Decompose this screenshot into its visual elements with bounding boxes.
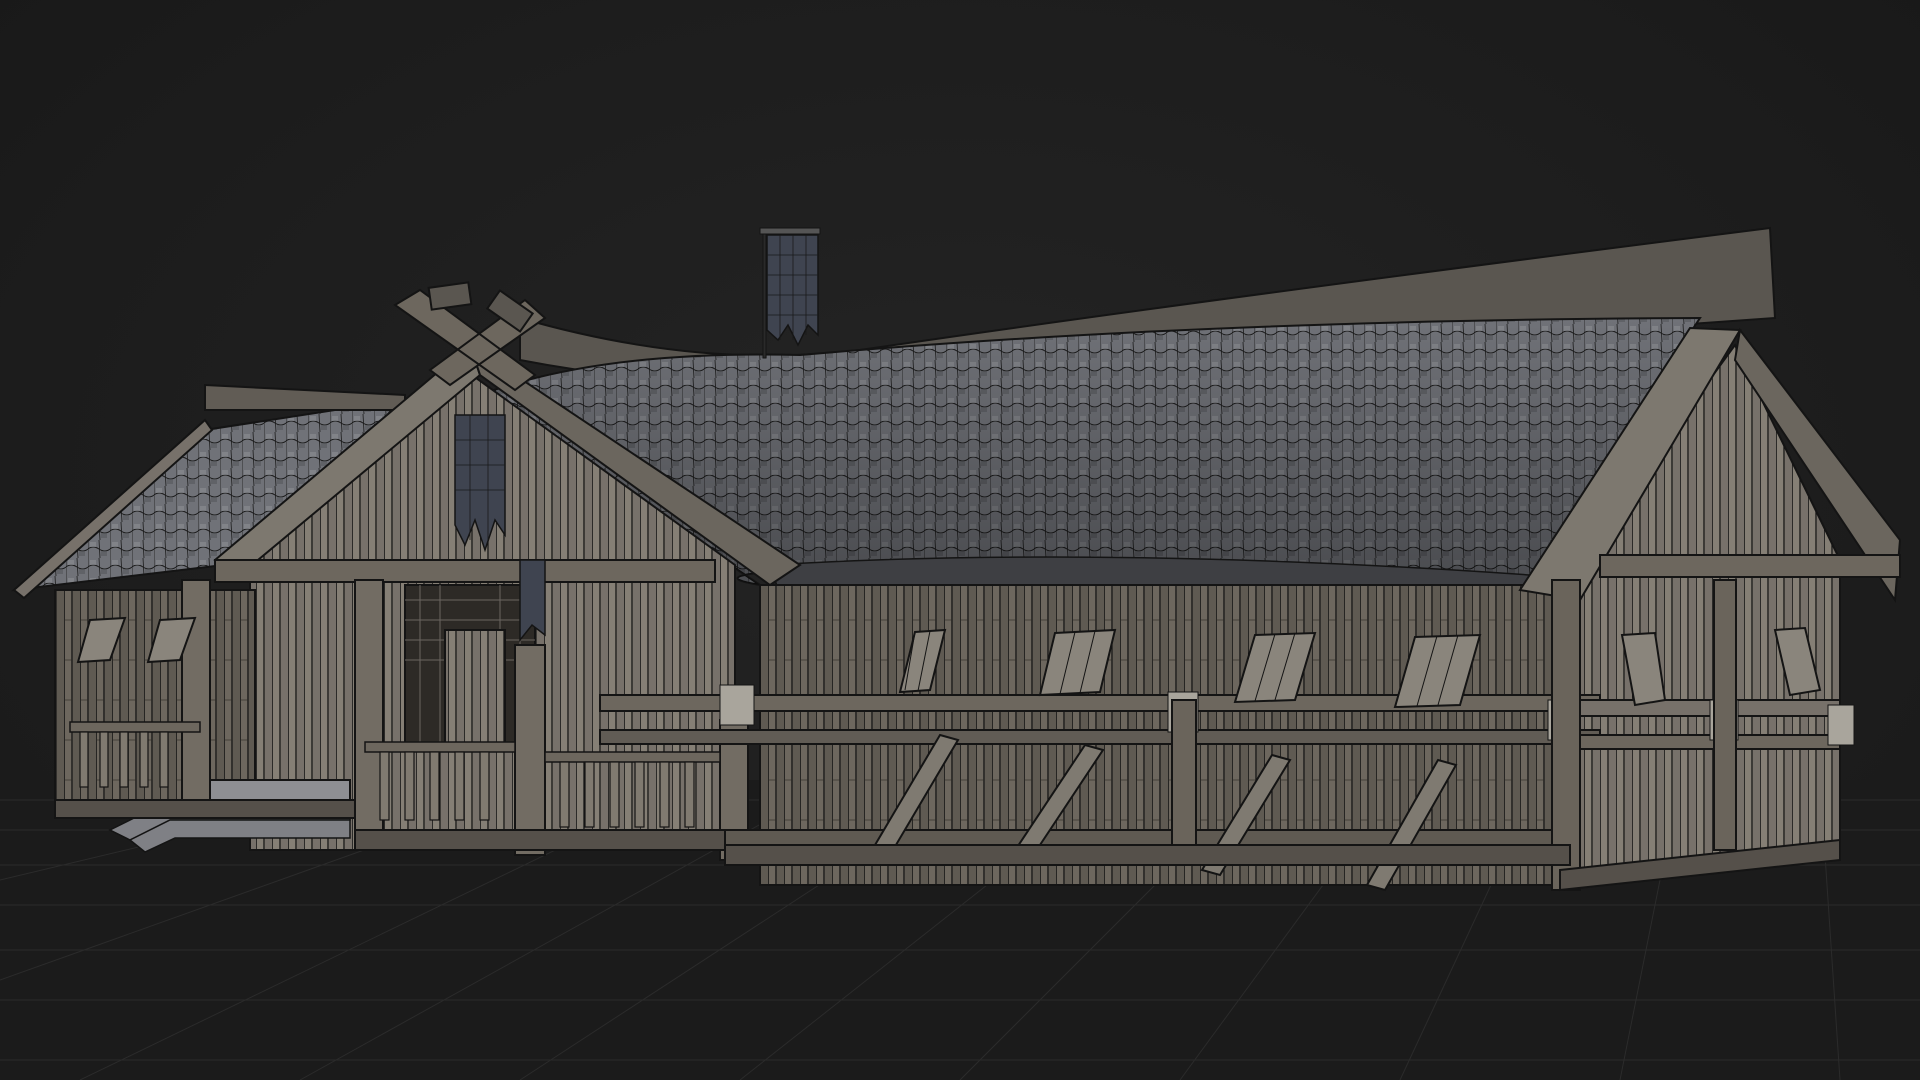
3d-viewport[interactable]: [0, 0, 1920, 1080]
roof-banner[interactable]: [759, 227, 821, 359]
door[interactable]: [444, 629, 506, 746]
porch-floor[interactable]: [209, 779, 351, 801]
right-gable-beam: [1599, 554, 1901, 578]
left-wing-ridge: [204, 383, 406, 411]
horn-cap-left: [427, 281, 473, 311]
viewport-canvas[interactable]: [0, 0, 1920, 1080]
entrance-lintel: [214, 559, 716, 583]
longhouse-model[interactable]: [10, 226, 1902, 892]
